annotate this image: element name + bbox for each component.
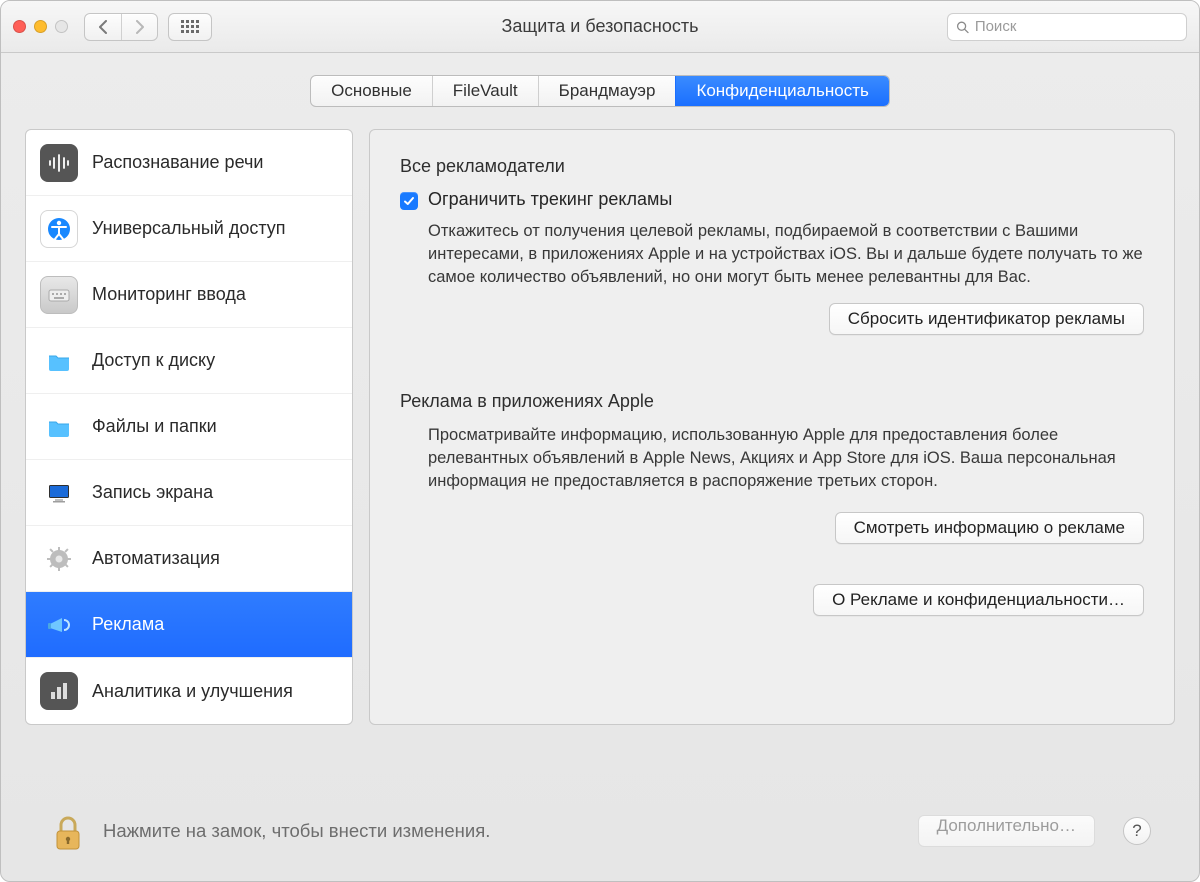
bar-chart-icon (40, 672, 78, 710)
nav-back-forward (84, 13, 158, 41)
limit-tracking-row: Ограничить трекинг рекламы (400, 189, 1144, 210)
limit-tracking-label: Ограничить трекинг рекламы (428, 189, 672, 210)
advertisers-title: Все рекламодатели (400, 156, 1144, 177)
waveform-icon (40, 144, 78, 182)
sidebar-item-label: Доступ к диску (92, 350, 215, 371)
sidebar-item-automation[interactable]: Автоматизация (26, 526, 352, 592)
about-ads-privacy-button[interactable]: О Рекламе и конфиденциальности… (813, 584, 1144, 616)
sidebar-item-label: Универсальный доступ (92, 218, 286, 239)
tab-filevault[interactable]: FileVault (432, 76, 538, 106)
sidebar-item-label: Распознавание речи (92, 152, 263, 173)
zoom-window-button[interactable] (55, 20, 68, 33)
sidebar-item-label: Автоматизация (92, 548, 220, 569)
tab-general[interactable]: Основные (311, 76, 432, 106)
sidebar-item-input-monitoring[interactable]: Мониторинг ввода (26, 262, 352, 328)
back-button[interactable] (85, 14, 121, 40)
chevron-left-icon (98, 20, 108, 34)
tab-firewall[interactable]: Брандмауэр (538, 76, 676, 106)
sidebar-item-label: Файлы и папки (92, 416, 217, 437)
sidebar-item-label: Аналитика и улучшения (92, 681, 293, 702)
help-button[interactable]: ? (1123, 817, 1151, 845)
sidebar-item-advertising[interactable]: Реклама (26, 592, 352, 658)
folder-icon (40, 342, 78, 380)
view-ad-info-button[interactable]: Смотреть информацию о рекламе (835, 512, 1144, 544)
apple-ads-desc: Просматривайте информацию, использованну… (428, 424, 1144, 493)
sidebar-item-label: Запись экрана (92, 482, 213, 503)
keyboard-icon (40, 276, 78, 314)
lock-button[interactable] (49, 809, 87, 853)
gear-icon (40, 540, 78, 578)
grid-icon (181, 20, 199, 33)
sidebar-item-label: Реклама (92, 614, 164, 635)
sidebar-item-label: Мониторинг ввода (92, 284, 246, 305)
megaphone-icon (40, 606, 78, 644)
forward-button[interactable] (121, 14, 157, 40)
search-input[interactable] (975, 18, 1178, 35)
display-icon (40, 474, 78, 512)
footer: Нажмите на замок, чтобы внести изменения… (25, 791, 1175, 881)
traffic-lights (13, 20, 68, 33)
tabs: Основные FileVault Брандмауэр Конфиденци… (310, 75, 890, 107)
apple-ads-title: Реклама в приложениях Apple (400, 391, 1144, 412)
folder-icon (40, 408, 78, 446)
sidebar-item-speech[interactable]: Распознавание речи (26, 130, 352, 196)
search-icon (956, 20, 969, 34)
reset-ad-id-button[interactable]: Сбросить идентификатор рекламы (829, 303, 1144, 335)
checkmark-icon (403, 195, 415, 207)
minimize-window-button[interactable] (34, 20, 47, 33)
lock-icon (51, 813, 85, 853)
sidebar-item-screen-recording[interactable]: Запись экрана (26, 460, 352, 526)
accessibility-icon (40, 210, 78, 248)
window-body: Основные FileVault Брандмауэр Конфиденци… (1, 53, 1199, 881)
limit-tracking-checkbox[interactable] (400, 192, 418, 210)
chevron-right-icon (135, 20, 145, 34)
limit-tracking-desc: Откажитесь от получения целевой рекламы,… (428, 220, 1144, 289)
advanced-button[interactable]: Дополнительно… (918, 815, 1095, 847)
privacy-sidebar: Распознавание речи Универсальный доступ … (25, 129, 353, 725)
close-window-button[interactable] (13, 20, 26, 33)
tab-privacy[interactable]: Конфиденциальность (675, 76, 888, 106)
detail-panel: Все рекламодатели Ограничить трекинг рек… (369, 129, 1175, 725)
sidebar-item-full-disk[interactable]: Доступ к диску (26, 328, 352, 394)
search-field[interactable] (947, 13, 1187, 41)
content-area: Распознавание речи Универсальный доступ … (25, 129, 1175, 725)
preferences-window: Защита и безопасность Основные FileVault… (0, 0, 1200, 882)
sidebar-item-accessibility[interactable]: Универсальный доступ (26, 196, 352, 262)
titlebar: Защита и безопасность (1, 1, 1199, 53)
lock-text: Нажмите на замок, чтобы внести изменения… (103, 820, 490, 842)
sidebar-item-analytics[interactable]: Аналитика и улучшения (26, 658, 352, 724)
sidebar-item-files-folders[interactable]: Файлы и папки (26, 394, 352, 460)
show-all-button[interactable] (168, 13, 212, 41)
